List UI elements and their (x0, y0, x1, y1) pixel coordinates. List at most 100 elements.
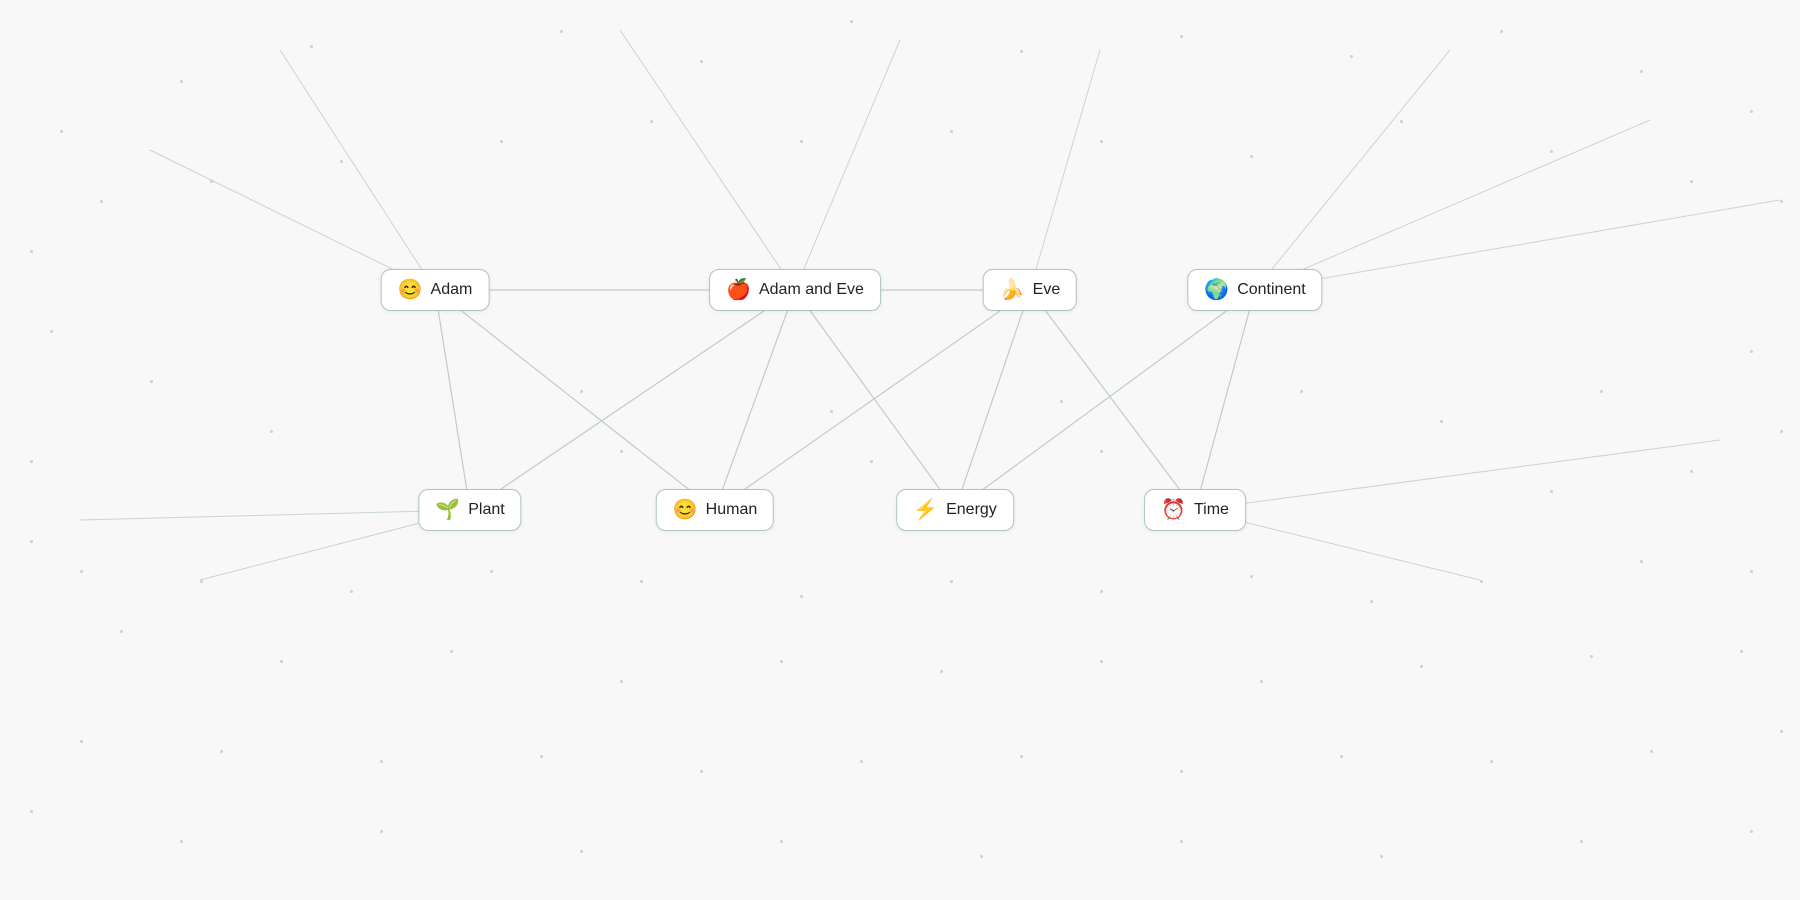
background-dot (1690, 470, 1693, 473)
background-dot (30, 810, 33, 813)
background-dot (1370, 600, 1373, 603)
background-dot (1100, 660, 1103, 663)
connection-line (715, 290, 1030, 510)
background-dot (30, 460, 33, 463)
element-label: Continent (1237, 281, 1306, 299)
background-dot (210, 180, 213, 183)
background-dot (650, 120, 653, 123)
connection-line (470, 290, 795, 510)
background-dot (1250, 575, 1253, 578)
element-emoji: 🌍 (1204, 280, 1229, 300)
background-dot (1650, 750, 1653, 753)
element-emoji: ⏰ (1161, 500, 1186, 520)
background-dot (950, 580, 953, 583)
element-emoji: 🍎 (726, 280, 751, 300)
background-dot (1750, 110, 1753, 113)
background-dot (940, 670, 943, 673)
background-dot (80, 740, 83, 743)
element-label: Plant (468, 501, 504, 519)
background-dot (1780, 200, 1783, 203)
element-node-plant[interactable]: 🌱 Plant (418, 489, 521, 531)
background-dot (180, 840, 183, 843)
background-dot (620, 680, 623, 683)
background-dot (280, 660, 283, 663)
background-dot (340, 160, 343, 163)
background-dot (1750, 830, 1753, 833)
element-emoji: ⚡ (913, 500, 938, 520)
background-dot (1750, 350, 1753, 353)
background-dot (120, 630, 123, 633)
background-dot (1780, 730, 1783, 733)
element-emoji: 😊 (398, 280, 423, 300)
element-node-adam-eve[interactable]: 🍎 Adam and Eve (709, 269, 881, 311)
element-node-adam[interactable]: 😊 Adam (381, 269, 490, 311)
background-dot (1580, 840, 1583, 843)
element-node-eve[interactable]: 🍌Eve (983, 269, 1077, 311)
element-node-time[interactable]: ⏰Time (1144, 489, 1246, 531)
element-label: Adam (431, 281, 473, 299)
background-dot (1780, 430, 1783, 433)
connection-line (1030, 290, 1195, 510)
background-dot (220, 750, 223, 753)
background-dot (60, 130, 63, 133)
connection-line-offscreen (1255, 200, 1780, 290)
element-node-human[interactable]: 😊 Human (656, 489, 774, 531)
background-dot (580, 390, 583, 393)
background-dot (1180, 840, 1183, 843)
background-dot (450, 650, 453, 653)
background-dot (780, 660, 783, 663)
background-dot (270, 430, 273, 433)
background-dot (860, 760, 863, 763)
background-dot (1060, 400, 1063, 403)
element-node-energy[interactable]: ⚡ Energy (896, 489, 1014, 531)
background-dot (700, 770, 703, 773)
background-dot (50, 330, 53, 333)
connection-line (955, 290, 1255, 510)
background-dot (1180, 770, 1183, 773)
background-dot (1340, 755, 1343, 758)
element-emoji: 🌱 (435, 500, 460, 520)
background-dot (700, 60, 703, 63)
element-emoji: 🍌 (1000, 280, 1025, 300)
connection-line (1195, 290, 1255, 510)
connection-line-offscreen (620, 30, 795, 290)
background-dot (800, 140, 803, 143)
background-dot (1550, 490, 1553, 493)
connection-line (435, 290, 715, 510)
connection-line-offscreen (1195, 440, 1720, 510)
background-dot (780, 840, 783, 843)
background-dot (150, 380, 153, 383)
background-dot (380, 760, 383, 763)
background-dot (1250, 155, 1253, 158)
element-node-continent[interactable]: 🌍 Continent (1187, 269, 1322, 311)
connection-line-offscreen (1255, 120, 1650, 290)
connection-line-offscreen (280, 50, 435, 290)
background-dot (1550, 150, 1553, 153)
background-dot (1260, 680, 1263, 683)
element-label: Human (706, 501, 758, 519)
background-dot (1590, 655, 1593, 658)
background-dot (100, 200, 103, 203)
background-dot (950, 130, 953, 133)
background-dot (1020, 755, 1023, 758)
background-dot (580, 850, 583, 853)
element-label: Adam and Eve (759, 281, 864, 299)
background-dot (1380, 855, 1383, 858)
background-dot (1400, 120, 1403, 123)
background-dot (1740, 650, 1743, 653)
connection-line (715, 290, 795, 510)
background-dot (180, 80, 183, 83)
background-dot (1750, 570, 1753, 573)
background-dot (380, 830, 383, 833)
element-emoji: 😊 (673, 500, 698, 520)
background-dot (1350, 55, 1353, 58)
background-dot (800, 595, 803, 598)
background-dot (870, 460, 873, 463)
background-dot (1100, 140, 1103, 143)
connection-line (955, 290, 1030, 510)
connection-line (795, 290, 955, 510)
background-dot (1640, 70, 1643, 73)
connection-line-offscreen (1030, 50, 1100, 290)
background-dot (560, 30, 563, 33)
element-label: Energy (946, 501, 997, 519)
